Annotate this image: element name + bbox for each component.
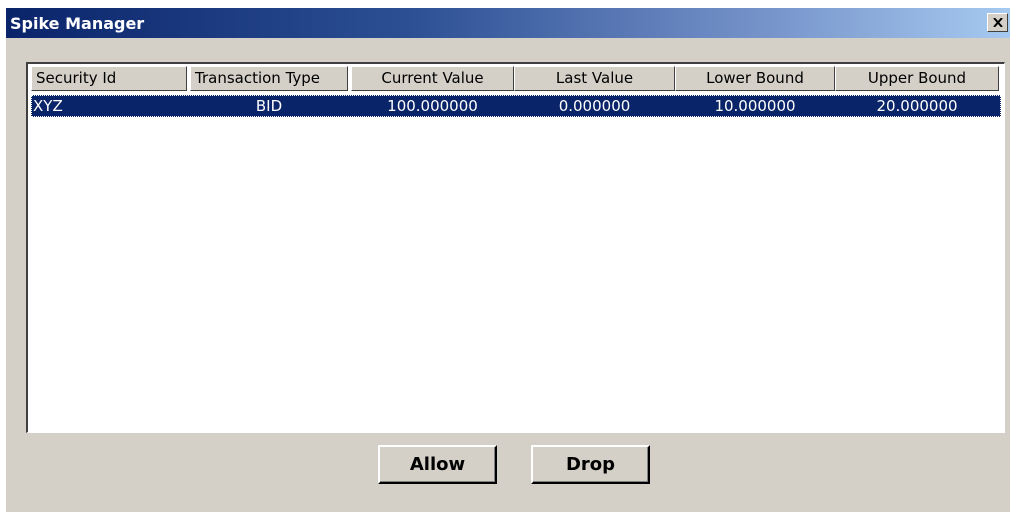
- cell-transaction-type: BID: [255, 97, 283, 115]
- table-row[interactable]: XYZ BID 100.000000 0.000000 10.000000 20…: [31, 95, 1001, 117]
- cell-security-id: XYZ: [33, 97, 63, 115]
- column-headers: Security Id Transaction Type Current Val…: [31, 66, 1003, 91]
- cell-lower-bound: 10.000000: [714, 97, 796, 115]
- cell-upper-bound: 20.000000: [876, 97, 958, 115]
- cell-current-value: 100.000000: [387, 97, 478, 115]
- column-header-transaction-type[interactable]: Transaction Type: [190, 66, 348, 91]
- column-header-upper-bound[interactable]: Upper Bound: [835, 66, 999, 91]
- window-title: Spike Manager: [10, 14, 145, 33]
- spike-list[interactable]: Security Id Transaction Type Current Val…: [26, 62, 1005, 433]
- column-header-lower-bound[interactable]: Lower Bound: [675, 66, 835, 91]
- column-header-last-value[interactable]: Last Value: [514, 66, 675, 91]
- column-header-security-id[interactable]: Security Id: [31, 66, 187, 91]
- allow-button[interactable]: Allow: [378, 445, 497, 484]
- column-header-current-value[interactable]: Current Value: [351, 66, 514, 91]
- close-button[interactable]: [987, 13, 1008, 32]
- title-bar[interactable]: Spike Manager: [6, 8, 1010, 38]
- cell-last-value: 0.000000: [558, 97, 631, 115]
- spike-manager-window: Spike Manager Security Id Transaction Ty…: [5, 7, 1010, 512]
- drop-button[interactable]: Drop: [531, 445, 650, 484]
- close-icon: [993, 18, 1003, 27]
